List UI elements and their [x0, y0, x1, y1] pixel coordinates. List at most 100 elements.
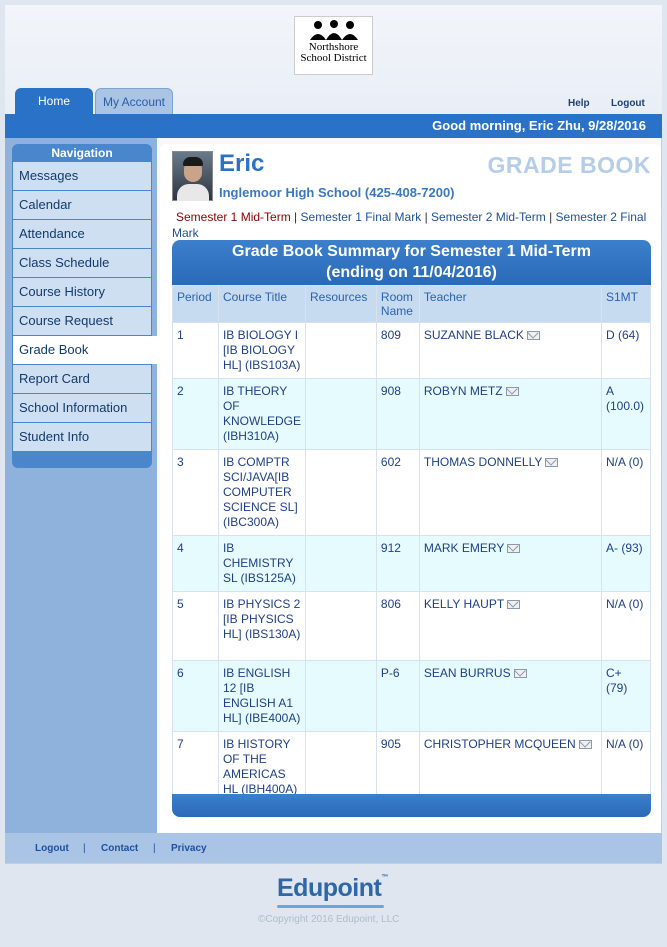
- teacher-name: SUZANNE BLACK: [423, 328, 524, 342]
- sidebar-item-class-schedule[interactable]: Class Schedule: [13, 249, 151, 277]
- page-title: GRADE BOOK: [487, 152, 651, 178]
- trademark-symbol: ™: [381, 874, 388, 881]
- semester-link-s1-midterm[interactable]: Semester 1 Mid-Term: [176, 210, 291, 224]
- mark-link[interactable]: D (64): [600, 322, 652, 379]
- sidebar-item-messages[interactable]: Messages: [13, 162, 151, 190]
- resources-cell: [304, 660, 377, 732]
- teacher-cell: KELLY HAUPT: [418, 591, 602, 661]
- sidebar-item-course-history[interactable]: Course History: [13, 278, 151, 306]
- teacher-name: CHRISTOPHER MCQUEEN: [423, 737, 576, 751]
- resources-cell: [304, 378, 377, 450]
- column-header-room[interactable]: Room Name: [375, 285, 420, 323]
- greeting-bar: Good morning, Eric Zhu, 9/28/2016: [5, 114, 662, 138]
- mark-link[interactable]: N/A (0): [600, 449, 652, 536]
- sidebar-item-course-request[interactable]: Course Request: [13, 307, 151, 335]
- student-name: Eric: [219, 150, 265, 177]
- resources-cell: [304, 591, 377, 661]
- column-header-mark[interactable]: S1MT: [600, 285, 652, 323]
- course-link[interactable]: IB ENGLISH 12 [IB ENGLISH A1 HL] (IBE400…: [217, 660, 306, 732]
- column-header-teacher[interactable]: Teacher: [418, 285, 602, 323]
- footer-separator: |: [153, 843, 156, 854]
- grade-table-footer: [172, 794, 651, 817]
- semester-link-separator: |: [549, 210, 553, 224]
- period-cell: 3: [172, 449, 219, 536]
- course-link[interactable]: IB CHEMISTRY SL (IBS125A): [217, 535, 306, 592]
- table-row: 2 IB THEORY OF KNOWLEDGE (IBH310A) 908 R…: [172, 378, 652, 450]
- course-link[interactable]: IB HISTORY OF THE AMERICAS HL (IBH400A): [217, 731, 306, 803]
- room-cell: P-6: [375, 660, 420, 732]
- sidebar-item-report-card[interactable]: Report Card: [13, 365, 151, 393]
- room-cell: 905: [375, 731, 420, 803]
- resources-cell: [304, 322, 377, 379]
- table-row: 3 IB COMPTR SCI/JAVA[IB COMPUTER SCIENCE…: [172, 449, 652, 536]
- teacher-cell: ROBYN METZ: [418, 378, 602, 450]
- table-row: 7 IB HISTORY OF THE AMERICAS HL (IBH400A…: [172, 731, 652, 803]
- grade-summary-header: Grade Book Summary for Semester 1 Mid-Te…: [172, 240, 651, 285]
- table-row: 6 IB ENGLISH 12 [IB ENGLISH A1 HL] (IBE4…: [172, 660, 652, 732]
- mark-link[interactable]: C+ (79): [600, 660, 652, 732]
- envelope-icon[interactable]: [526, 331, 540, 340]
- sidebar-item-calendar[interactable]: Calendar: [13, 191, 151, 219]
- teacher-name: ROBYN METZ: [423, 384, 503, 398]
- sidebar-item-student-info[interactable]: Student Info: [13, 423, 151, 451]
- district-logo[interactable]: Northshore School District: [294, 16, 373, 75]
- mark-link[interactable]: A- (93): [600, 535, 652, 592]
- teacher-cell: SEAN BURRUS: [418, 660, 602, 732]
- semester-link-s1-final[interactable]: Semester 1 Final Mark: [301, 210, 422, 224]
- edupoint-logo-underline: [277, 905, 384, 908]
- course-link[interactable]: IB BIOLOGY I [IB BIOLOGY HL] (IBS103A): [217, 322, 306, 379]
- teacher-cell: THOMAS DONNELLY: [418, 449, 602, 536]
- mark-link[interactable]: N/A (0): [600, 591, 652, 661]
- envelope-icon[interactable]: [578, 740, 592, 749]
- sidebar-item-attendance[interactable]: Attendance: [13, 220, 151, 248]
- district-logo-icon: [309, 20, 358, 40]
- summary-period: (ending on 11/04/2016): [326, 264, 497, 281]
- mark-link[interactable]: N/A (0): [600, 731, 652, 803]
- sidebar-item-grade-book[interactable]: Grade Book: [13, 336, 160, 364]
- resources-cell: [304, 731, 377, 803]
- navigation-footer: [12, 452, 152, 468]
- footer-contact-link[interactable]: Contact: [101, 843, 138, 854]
- help-link[interactable]: Help: [568, 98, 590, 109]
- column-header-course[interactable]: Course Title: [217, 285, 306, 323]
- column-header-resources[interactable]: Resources: [304, 285, 377, 323]
- student-photo: [172, 151, 213, 201]
- semester-link-s2-midterm[interactable]: Semester 2 Mid-Term: [431, 210, 546, 224]
- teacher-name: MARK EMERY: [423, 541, 505, 555]
- school-info: Inglemoor High School (425-408-7200): [219, 185, 455, 200]
- teacher-cell: CHRISTOPHER MCQUEEN: [418, 731, 602, 803]
- teacher-cell: MARK EMERY: [418, 535, 602, 592]
- footer-privacy-link[interactable]: Privacy: [171, 843, 207, 854]
- tab-my-account[interactable]: My Account: [95, 88, 173, 114]
- column-header-period[interactable]: Period: [172, 285, 219, 323]
- mark-link[interactable]: A (100.0): [600, 378, 652, 450]
- envelope-icon[interactable]: [507, 600, 521, 609]
- summary-title: Grade Book Summary for Semester 1 Mid-Te…: [232, 243, 591, 260]
- envelope-icon[interactable]: [505, 387, 519, 396]
- logout-link[interactable]: Logout: [611, 98, 645, 109]
- room-cell: 602: [375, 449, 420, 536]
- teacher-name: SEAN BURRUS: [423, 666, 511, 680]
- edupoint-logo: Edupoint™: [277, 874, 388, 903]
- resources-cell: [304, 535, 377, 592]
- tab-home[interactable]: Home: [15, 88, 93, 114]
- course-link[interactable]: IB THEORY OF KNOWLEDGE (IBH310A): [217, 378, 306, 450]
- teacher-cell: SUZANNE BLACK: [418, 322, 602, 379]
- footer-logout-link[interactable]: Logout: [35, 843, 69, 854]
- table-header-row: Period Course Title Resources Room Name …: [172, 285, 652, 323]
- course-link[interactable]: IB PHYSICS 2 [IB PHYSICS HL] (IBS130A): [217, 591, 306, 661]
- teacher-name: KELLY HAUPT: [423, 597, 505, 611]
- greeting-text: Good morning, Eric Zhu, 9/28/2016: [432, 118, 646, 133]
- envelope-icon[interactable]: [507, 544, 521, 553]
- edupoint-logo-text: Edupoint: [277, 874, 382, 902]
- grade-table: Period Course Title Resources Room Name …: [172, 285, 652, 803]
- course-link[interactable]: IB COMPTR SCI/JAVA[IB COMPUTER SCIENCE S…: [217, 449, 306, 536]
- envelope-icon[interactable]: [513, 669, 527, 678]
- period-cell: 4: [172, 535, 219, 592]
- logo-text: Northshore School District: [300, 41, 367, 64]
- room-cell: 908: [375, 378, 420, 450]
- sidebar-item-school-information[interactable]: School Information: [13, 394, 151, 422]
- semester-link-separator: |: [294, 210, 298, 224]
- teacher-name: THOMAS DONNELLY: [423, 455, 543, 469]
- envelope-icon[interactable]: [545, 458, 559, 467]
